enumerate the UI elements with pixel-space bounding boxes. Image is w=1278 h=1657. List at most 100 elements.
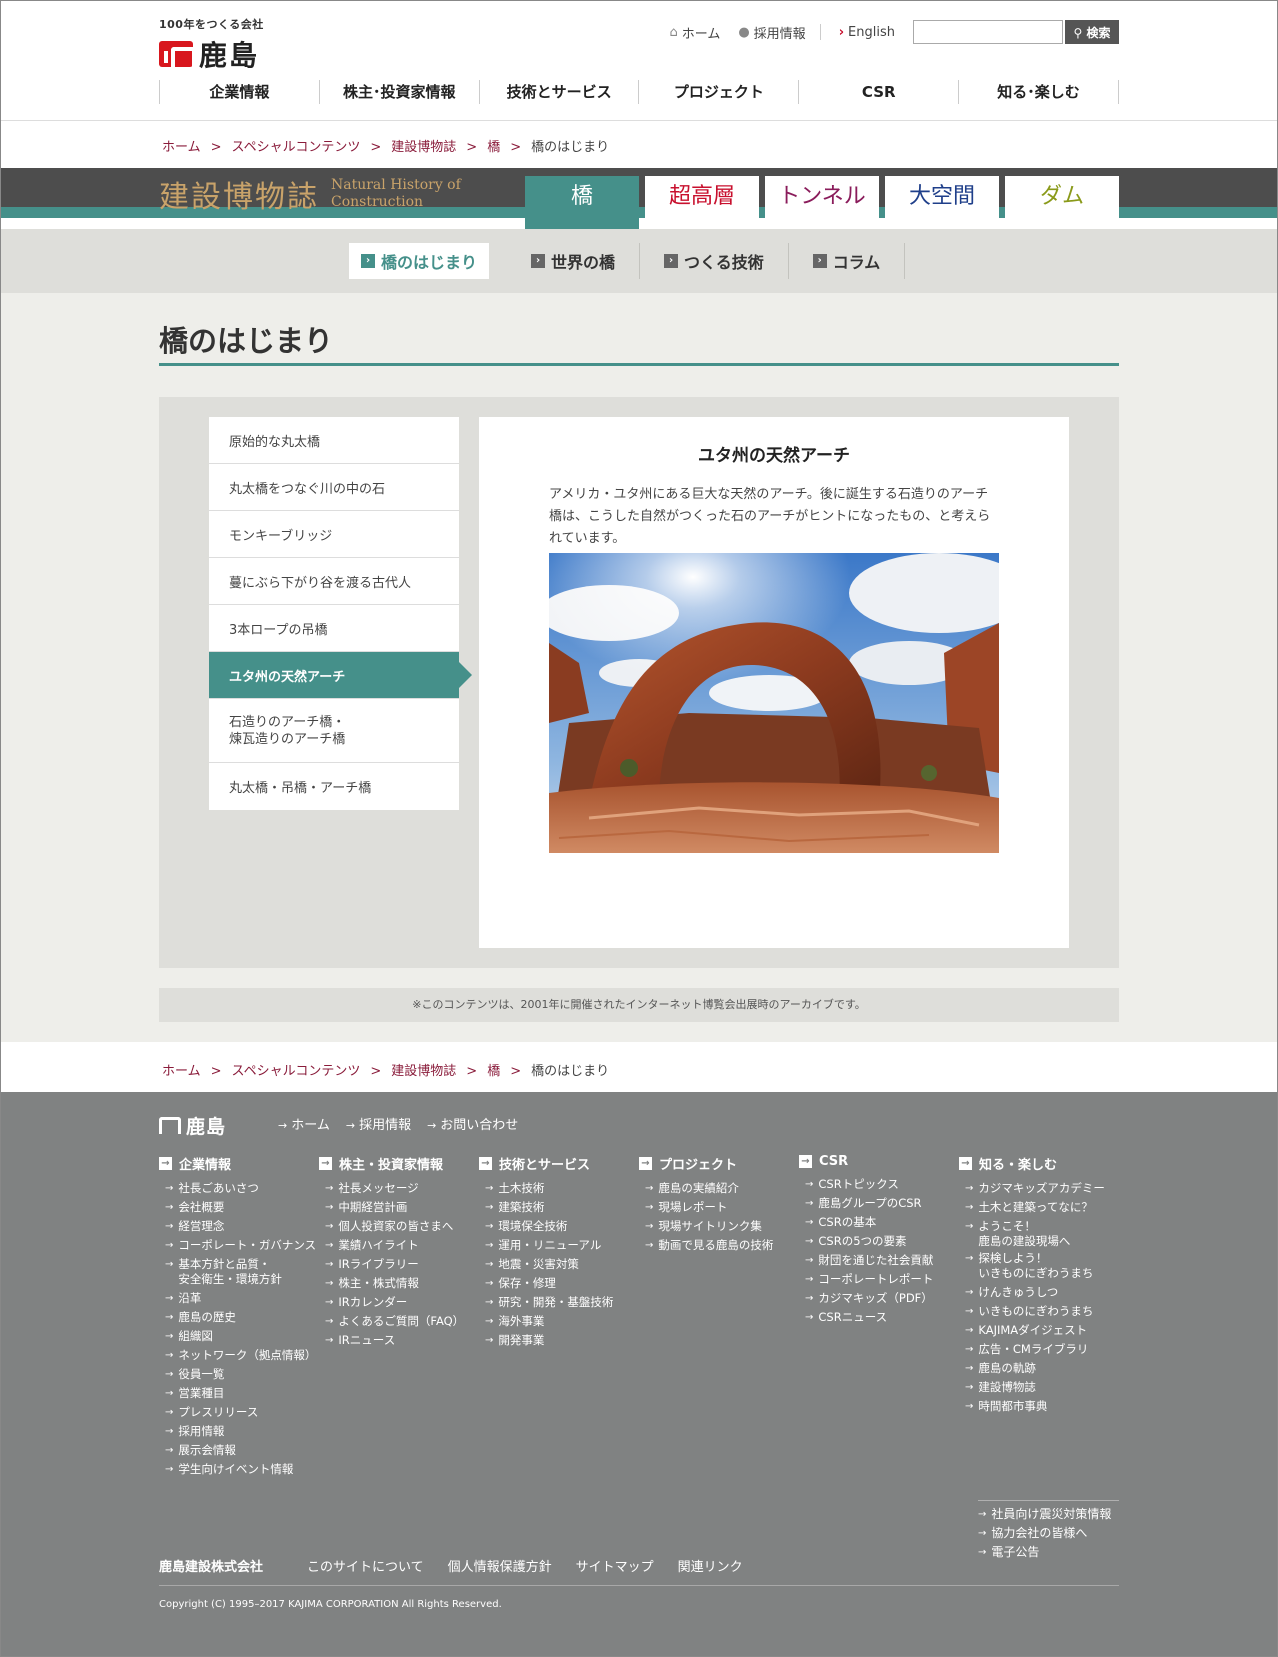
side-item-vine-ancients[interactable]: 蔓にぶら下がり谷を渡る古代人 <box>209 558 459 605</box>
breadcrumb-bridge[interactable]: 橋 <box>487 1064 500 1079</box>
side-item-three-rope-bridge[interactable]: 3本ロープの吊橋 <box>209 605 459 652</box>
footer-link[interactable]: → 建築技術 <box>479 1198 639 1217</box>
footer-column-title[interactable]: → 知る・楽しむ <box>959 1154 1119 1173</box>
footer-privacy-link[interactable]: 個人情報保護方針 <box>448 1556 552 1575</box>
footer-link[interactable]: → CSRの5つの要素 <box>799 1232 959 1251</box>
footer-contact-link[interactable]: → お問い合わせ <box>427 1114 518 1133</box>
footer-link[interactable]: → IRライブラリー <box>319 1255 479 1274</box>
footer-column-title[interactable]: → 企業情報 <box>159 1154 319 1173</box>
breadcrumb-bridge[interactable]: 橋 <box>487 140 500 155</box>
footer-link[interactable]: → カジマキッズ（PDF） <box>799 1289 959 1308</box>
footer-disaster-info-link[interactable]: → 社員向け震災対策情報 <box>978 1505 1119 1524</box>
gnav-technology[interactable]: 技術とサービス <box>480 80 640 104</box>
footer-link[interactable]: → けんきゅうしつ <box>959 1283 1119 1302</box>
util-recruit-link[interactable]: ● 採用情報 <box>738 23 805 42</box>
footer-about-link[interactable]: このサイトについて <box>307 1556 424 1575</box>
util-english-link[interactable]: › English <box>839 25 895 40</box>
subnav-techniques[interactable]: › つくる技術 <box>640 243 789 279</box>
breadcrumb-museum[interactable]: 建設博物誌 <box>391 1064 456 1079</box>
footer-link[interactable]: → 基本方針と品質・ 安全衛生・環境方針 <box>159 1257 319 1287</box>
subnav-column[interactable]: › コラム <box>789 243 906 279</box>
footer-link[interactable]: → 経営理念 <box>159 1217 319 1236</box>
footer-link[interactable]: → 地震・災害対策 <box>479 1255 639 1274</box>
footer-link[interactable]: → 会社概要 <box>159 1198 319 1217</box>
side-item-stepping-stones[interactable]: 丸太橋をつなぐ川の中の石 <box>209 464 459 511</box>
tab-large-space[interactable]: 大空間 <box>885 176 999 218</box>
footer-column-title[interactable]: → 技術とサービス <box>479 1154 639 1173</box>
gnav-corporate[interactable]: 企業情報 <box>160 80 320 104</box>
museum-title[interactable]: 建設博物誌 Natural History of Construction <box>159 172 461 216</box>
footer-link[interactable]: → 現場サイトリンク集 <box>639 1217 799 1236</box>
footer-link[interactable]: → 財団を通じた社会貢献 <box>799 1251 959 1270</box>
gnav-learn-enjoy[interactable]: 知る･楽しむ <box>959 80 1119 104</box>
footer-recruit-link[interactable]: → 採用情報 <box>346 1114 411 1133</box>
footer-link[interactable]: → 社長メッセージ <box>319 1179 479 1198</box>
search-button[interactable]: ⚲ 検索 <box>1065 20 1119 44</box>
side-item-stone-brick-arch[interactable]: 石造りのアーチ橋・ 煉瓦造りのアーチ橋 <box>209 699 459 763</box>
tab-tunnel[interactable]: トンネル <box>765 176 879 218</box>
gnav-csr[interactable]: CSR <box>799 80 960 104</box>
footer-link[interactable]: → 保存・修理 <box>479 1274 639 1293</box>
footer-partners-link[interactable]: → 協力会社の皆様へ <box>978 1524 1119 1543</box>
footer-link[interactable]: → コーポレートレポート <box>799 1270 959 1289</box>
footer-link[interactable]: → 時間都市事典 <box>959 1397 1119 1416</box>
footer-link[interactable]: → 研究・開発・基盤技術 <box>479 1293 639 1312</box>
gnav-ir[interactable]: 株主･投資家情報 <box>320 80 480 104</box>
footer-link[interactable]: → 業績ハイライト <box>319 1236 479 1255</box>
footer-link[interactable]: → CSRトピックス <box>799 1175 959 1194</box>
subnav-origin[interactable]: › 橋のはじまり <box>349 243 490 279</box>
footer-link[interactable]: → 海外事業 <box>479 1312 639 1331</box>
footer-link[interactable]: → カジマキッズアカデミー <box>959 1179 1119 1198</box>
breadcrumb-museum[interactable]: 建設博物誌 <box>391 140 456 155</box>
footer-link[interactable]: → 鹿島の軌跡 <box>959 1359 1119 1378</box>
footer-link[interactable]: → 探検しよう！ いきものにぎわうまち <box>959 1251 1119 1281</box>
footer-link[interactable]: → いきものにぎわうまち <box>959 1302 1119 1321</box>
footer-column-title[interactable]: → プロジェクト <box>639 1154 799 1173</box>
side-item-summary[interactable]: 丸太橋・吊橋・アーチ橋 <box>209 763 459 810</box>
side-item-log-bridge[interactable]: 原始的な丸太橋 <box>209 417 459 464</box>
footer-link[interactable]: → 鹿島の実績紹介 <box>639 1179 799 1198</box>
footer-link[interactable]: → 社長ごあいさつ <box>159 1179 319 1198</box>
footer-logo[interactable]: 鹿島 <box>159 1112 226 1139</box>
footer-link[interactable]: → CSRの基本 <box>799 1213 959 1232</box>
footer-link[interactable]: → コーポレート・ガバナンス <box>159 1236 319 1255</box>
footer-link[interactable]: → 開発事業 <box>479 1331 639 1350</box>
footer-link[interactable]: → 役員一覧 <box>159 1365 319 1384</box>
footer-link[interactable]: → ようこそ！ 鹿島の建設現場へ <box>959 1219 1119 1249</box>
footer-link[interactable]: → 土木技術 <box>479 1179 639 1198</box>
footer-link[interactable]: → ネットワーク（拠点情報） <box>159 1346 319 1365</box>
footer-link[interactable]: → 沿革 <box>159 1289 319 1308</box>
breadcrumb-special[interactable]: スペシャルコンテンツ <box>232 140 361 155</box>
gnav-projects[interactable]: プロジェクト <box>639 80 800 104</box>
footer-link[interactable]: → 現場レポート <box>639 1198 799 1217</box>
footer-link[interactable]: → 運用・リニューアル <box>479 1236 639 1255</box>
footer-column-title[interactable]: → CSR <box>799 1154 959 1169</box>
side-item-utah-arch[interactable]: ユタ州の天然アーチ <box>209 652 472 699</box>
footer-link[interactable]: → 環境保全技術 <box>479 1217 639 1236</box>
breadcrumb-home[interactable]: ホーム <box>162 140 201 155</box>
search-input[interactable] <box>913 20 1063 44</box>
footer-link[interactable]: → プレスリリース <box>159 1403 319 1422</box>
footer-link[interactable]: → 展示会情報 <box>159 1441 319 1460</box>
footer-link[interactable]: → 学生向けイベント情報 <box>159 1460 319 1479</box>
footer-link[interactable]: → 動画で見る鹿島の技術 <box>639 1236 799 1255</box>
footer-link[interactable]: → KAJIMAダイジェスト <box>959 1321 1119 1340</box>
footer-sitemap-link[interactable]: サイトマップ <box>576 1556 654 1575</box>
footer-link[interactable]: → 組織図 <box>159 1327 319 1346</box>
footer-link[interactable]: → よくあるご質問（FAQ） <box>319 1312 479 1331</box>
footer-link[interactable]: → 個人投資家の皆さまへ <box>319 1217 479 1236</box>
footer-link[interactable]: → 採用情報 <box>159 1422 319 1441</box>
tab-skyscraper[interactable]: 超高層 <box>645 176 759 218</box>
side-item-monkey-bridge[interactable]: モンキーブリッジ <box>209 511 459 558</box>
tab-dam[interactable]: ダム <box>1005 176 1119 218</box>
footer-link[interactable]: → 中期経営計画 <box>319 1198 479 1217</box>
util-home-link[interactable]: ⌂ ホーム <box>669 23 720 42</box>
footer-link[interactable]: → IRカレンダー <box>319 1293 479 1312</box>
footer-link[interactable]: → 土木と建築ってなに？ <box>959 1198 1119 1217</box>
breadcrumb-special[interactable]: スペシャルコンテンツ <box>232 1064 361 1079</box>
footer-link[interactable]: → 鹿島の歴史 <box>159 1308 319 1327</box>
footer-link[interactable]: → 広告・CMライブラリ <box>959 1340 1119 1359</box>
kajima-logo[interactable]: 100年をつくる会社 鹿島 <box>159 16 264 74</box>
footer-link[interactable]: → 営業種目 <box>159 1384 319 1403</box>
breadcrumb-home[interactable]: ホーム <box>162 1064 201 1079</box>
